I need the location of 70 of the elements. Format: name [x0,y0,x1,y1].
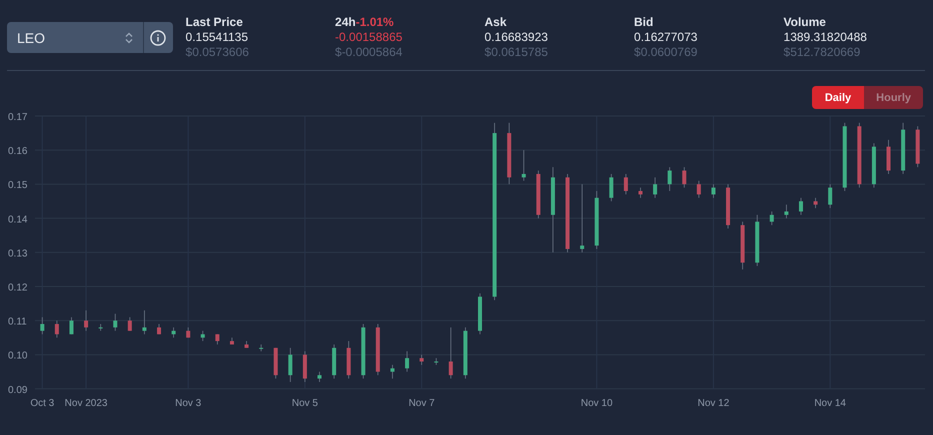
candlestick [215,334,220,345]
stat-value: 0.15541135 [186,30,250,45]
stat-label: Ask [484,15,508,30]
candlestick [770,211,774,226]
candlestick [259,344,264,352]
candlestick [113,313,118,332]
stat-value: 0.16683923 [484,30,549,45]
candlestick [420,354,424,366]
x-axis-label: Nov 14 [814,398,846,409]
candlestick [302,350,307,382]
y-axis-label: 0.09 [8,384,28,396]
x-axis-label: Nov 2023 [64,398,108,409]
chevron-updown-icon [124,32,133,44]
y-axis-label: 0.11 [8,316,27,328]
stat-usd-value: $0.0615785 [484,45,549,60]
stat-value: 0.16277073 [634,30,698,45]
stat-usd-value: $512.7820669 [784,45,862,60]
x-axis-label: Nov 7 [408,398,435,409]
stat-value: 1389.31820488 [784,30,868,45]
candlestick [682,166,686,188]
y-axis-label: 0.14 [8,214,28,226]
candlestick [624,174,628,195]
stat-label: Last Price [186,15,244,30]
candlestick [448,327,453,379]
candlestick [798,197,803,216]
y-axis-label: 0.13 [8,248,28,260]
y-axis-label: 0.15 [8,180,28,192]
stat-usd-value: $-0.0005864 [335,45,404,60]
y-axis-label: 0.12 [8,282,28,294]
stat-label: Bid [634,15,654,30]
candlestick [609,174,614,202]
candlestick [69,316,74,335]
candlestick [522,150,526,182]
candlestick [828,184,832,208]
candlestick [84,310,88,332]
candlestick [390,364,394,379]
stat-label: Volume [784,15,827,30]
candlestick [200,330,205,342]
info-icon [150,30,166,46]
y-axis-label: 0.16 [8,146,28,158]
candlestick [668,166,672,192]
y-axis-label: 0.17 [8,112,28,123]
x-axis-label: Nov 5 [292,398,318,409]
candlestick [653,176,658,198]
market-select[interactable]: LEO [7,22,143,53]
x-axis-label: Oct 3 [30,398,54,409]
candlestick [696,180,701,198]
candlestick [711,184,716,198]
candlestick [318,371,322,382]
candlestick [142,310,146,335]
candlestick [54,320,59,338]
stat-value: -0.00158865 [335,30,404,45]
stat-label: 24h-1.01% [335,15,395,30]
candlestick [580,184,584,253]
candlestick [638,187,642,198]
candlestick [784,204,788,219]
candlestick [405,350,410,372]
candlestick [128,316,132,332]
x-axis-label: Nov 10 [580,398,613,409]
x-axis-label: Nov 12 [698,398,730,409]
interval-tab[interactable]: Hourly [864,86,923,109]
candlestick [40,316,44,335]
stat-usd-value: $0.0573606 [186,45,250,60]
info-button[interactable] [142,22,173,53]
candlestick [288,347,292,382]
x-axis-label: Nov 3 [175,398,202,409]
stat-usd-value: $0.0600769 [634,45,698,60]
y-axis-label: 0.10 [8,350,28,362]
candlestick [886,139,891,174]
interval-tab[interactable]: Daily [812,86,864,109]
